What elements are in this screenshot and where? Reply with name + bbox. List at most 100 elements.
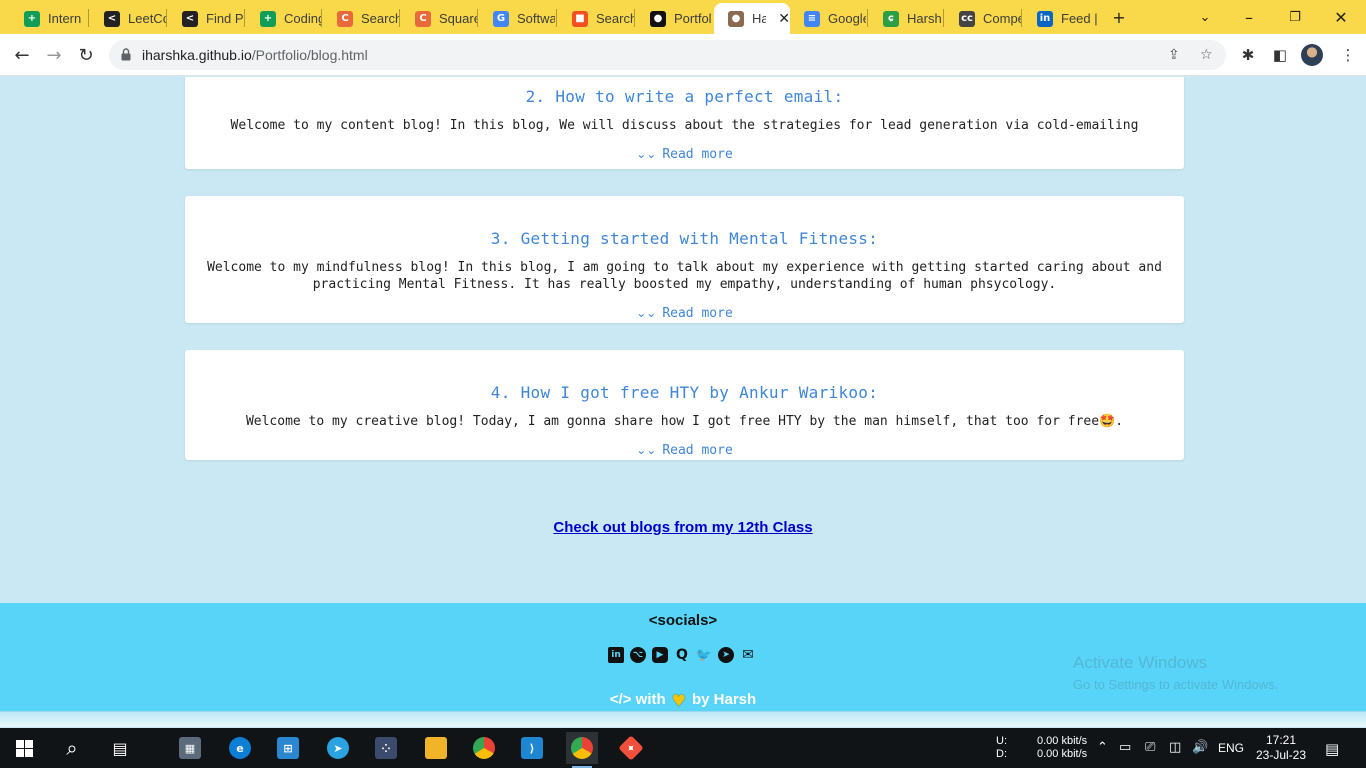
codechef-icon: C xyxy=(337,10,353,27)
activate-windows-subtitle: Go to Settings to activate Windows. xyxy=(1073,677,1279,692)
read-more-label: Read more xyxy=(662,147,733,162)
tab-separator xyxy=(943,9,944,27)
address-bar[interactable]: iharshka.github.io/Portfolio/blog.html ⇪… xyxy=(109,40,1226,70)
github-icon: ● xyxy=(650,10,666,27)
tab[interactable]: ■ Search xyxy=(558,3,634,34)
tab-title: Square xyxy=(439,11,477,26)
forward-button[interactable]: → xyxy=(40,41,68,69)
back-button[interactable]: ← xyxy=(8,41,36,69)
tab[interactable]: ≡ Google xyxy=(790,3,866,34)
profile-avatar[interactable] xyxy=(1301,44,1323,66)
reload-button[interactable]: ↻ xyxy=(72,41,100,69)
github-icon[interactable]: ⌥ xyxy=(630,647,646,663)
tab-title: Intern xyxy=(48,11,82,26)
tab[interactable]: C Square xyxy=(401,3,477,34)
widgets-app[interactable]: ⁘ xyxy=(370,732,402,764)
linkedin-icon[interactable]: in xyxy=(608,647,624,663)
email-icon[interactable]: ✉ xyxy=(740,647,756,663)
store-app[interactable]: ⊞ xyxy=(272,732,304,764)
minimize-button[interactable]: – xyxy=(1226,0,1272,34)
profile-icon: ● xyxy=(728,10,744,27)
browser-toolbar: ← → ↻ iharshka.github.io/Portfolio/blog.… xyxy=(0,34,1366,76)
tab[interactable]: < Find Pi xyxy=(168,3,244,34)
calculator-app[interactable]: ▦ xyxy=(174,732,206,764)
tab-separator xyxy=(634,9,635,27)
notification-icon[interactable]: ▤ xyxy=(1325,740,1339,758)
tab[interactable]: ɕ Harsh xyxy=(869,3,945,34)
tab-separator xyxy=(88,9,89,27)
url-path: /Portfolio/blog.html xyxy=(251,47,368,63)
youtube-icon[interactable]: ▶ xyxy=(652,647,668,663)
network-icon[interactable]: ⎚ xyxy=(1145,740,1155,755)
edge-app[interactable]: e xyxy=(224,732,256,764)
chevron-up-icon[interactable]: ⌃ xyxy=(1097,740,1108,755)
tab[interactable]: ● Portfol xyxy=(636,3,712,34)
close-tab-icon[interactable]: ✕ xyxy=(778,10,790,27)
tab[interactable]: < LeetCo xyxy=(90,3,166,34)
chevrons-down-icon: ⌄⌄ xyxy=(636,443,657,457)
tab[interactable]: ● Har ✕ xyxy=(714,3,790,34)
vscode-app[interactable]: ⟩ xyxy=(516,732,548,764)
credit-suffix: by Harsh xyxy=(692,691,757,708)
side-panel-icon[interactable]: ◧ xyxy=(1268,43,1292,67)
volume-icon[interactable]: 🔊 xyxy=(1192,740,1208,755)
blog-card: 4. How I got free HTY by Ankur Warikoo: … xyxy=(185,350,1184,460)
file-explorer-app[interactable] xyxy=(420,732,452,764)
tab[interactable]: + Intern xyxy=(10,3,86,34)
bookmark-star-icon[interactable]: ☆ xyxy=(1200,47,1216,63)
sheets-icon: + xyxy=(260,10,276,27)
tab-strip: + Intern < LeetCo < Find Pi + Coding C Search C Squ… xyxy=(0,0,1366,34)
tab[interactable]: cc Compe xyxy=(945,3,1021,34)
close-window-button[interactable]: ✕ xyxy=(1318,0,1364,34)
tab-search-icon[interactable]: ⌄ xyxy=(1182,0,1228,34)
url-text: iharshka.github.io/Portfolio/blog.html xyxy=(142,47,368,63)
chrome-app[interactable] xyxy=(468,732,500,764)
telegram-app[interactable]: ➤ xyxy=(322,732,354,764)
socials-heading: <socials> xyxy=(648,612,718,629)
meet-icon[interactable]: ◫ xyxy=(1169,740,1181,755)
clock-date: 23-Jul-23 xyxy=(1255,748,1307,762)
clock[interactable]: 17:21 23-Jul-23 xyxy=(1254,728,1308,768)
read-more-link[interactable]: ⌄⌄ Read more xyxy=(185,147,1184,162)
tab-title: Compe xyxy=(983,11,1021,26)
tab-separator xyxy=(166,9,167,27)
tab[interactable]: G Softwa xyxy=(479,3,555,34)
chevrons-down-icon: ⌄⌄ xyxy=(636,306,657,320)
blog-card: 3. Getting started with Mental Fitness: … xyxy=(185,196,1184,323)
tab-title: LeetCo xyxy=(128,11,166,26)
12th-class-blogs-link[interactable]: Check out blogs from my 12th Class xyxy=(0,519,1366,536)
windows-icon xyxy=(15,739,33,757)
read-more-link[interactable]: ⌄⌄ Read more xyxy=(185,443,1184,458)
tab-separator xyxy=(399,9,400,27)
new-tab-button[interactable]: + xyxy=(1096,0,1142,34)
blog-title[interactable]: 3. Getting started with Mental Fitness: xyxy=(185,229,1184,248)
menu-icon[interactable]: ⋮ xyxy=(1336,43,1360,67)
read-more-link[interactable]: ⌄⌄ Read more xyxy=(185,306,1184,321)
language-indicator[interactable]: ENG xyxy=(1218,728,1244,768)
chrome-profile-app[interactable] xyxy=(566,732,598,768)
git-app[interactable]: ✦ xyxy=(615,732,647,764)
restore-button[interactable]: ❐ xyxy=(1272,0,1318,34)
share-icon[interactable]: ⇪ xyxy=(1168,47,1184,63)
extensions-icon[interactable]: ✱ xyxy=(1236,43,1260,67)
tab-title: Search xyxy=(596,11,634,26)
search-icon[interactable]: ⌕ xyxy=(56,732,88,764)
docs-icon: ≡ xyxy=(804,10,820,27)
tab[interactable]: + Coding xyxy=(246,3,322,34)
tab[interactable]: in Feed | xyxy=(1023,3,1099,34)
tab-title: Search xyxy=(361,11,399,26)
tab[interactable]: C Search xyxy=(323,3,399,34)
telegram-icon[interactable]: ➤ xyxy=(718,647,734,663)
battery-icon[interactable]: ▭ xyxy=(1119,740,1131,755)
tab-title: Google xyxy=(828,11,866,26)
quora-icon[interactable]: Q xyxy=(674,647,690,663)
tab-title: Portfol xyxy=(674,11,712,26)
blog-title[interactable]: 4. How I got free HTY by Ankur Warikoo: xyxy=(185,383,1184,402)
blog-title[interactable]: 2. How to write a perfect email: xyxy=(185,87,1184,106)
start-button[interactable] xyxy=(8,732,40,764)
linkedin-icon: in xyxy=(1037,10,1053,27)
blog-excerpt: Welcome to my content blog! In this blog… xyxy=(230,118,1139,133)
task-view-icon[interactable]: ▤ xyxy=(104,732,136,764)
twitter-icon[interactable]: 🐦 xyxy=(696,647,712,663)
tab-title: Feed | xyxy=(1061,11,1098,26)
